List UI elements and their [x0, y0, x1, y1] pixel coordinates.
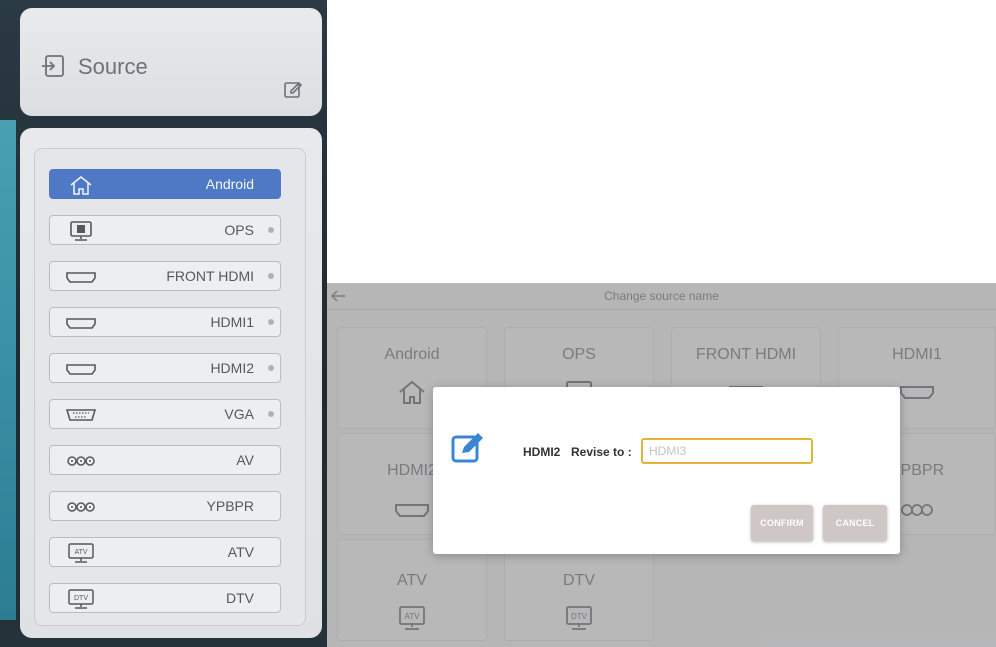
- vga-port-icon: [64, 404, 98, 426]
- status-dot: [268, 365, 274, 371]
- status-dot: [268, 319, 274, 325]
- source-item-ops[interactable]: OPS: [49, 215, 281, 245]
- source-panel-photo: Source Android OPS FRONT HDMI HDMI1 HDMI…: [0, 0, 327, 647]
- av-ports-icon: [64, 496, 98, 518]
- source-header: Source: [20, 8, 322, 116]
- source-item-dtv[interactable]: DTV DTV: [49, 583, 281, 613]
- cancel-button[interactable]: CANCEL: [823, 505, 887, 541]
- atv-icon: ATV: [64, 542, 98, 564]
- source-list: Android OPS FRONT HDMI HDMI1 HDMI2 VGA A…: [34, 148, 306, 626]
- source-name-label: HDMI2: [523, 445, 561, 459]
- source-title: Source: [78, 54, 148, 79]
- monitor-icon: [64, 220, 98, 242]
- status-dot: [268, 411, 274, 417]
- hdmi-port-icon: [64, 266, 98, 288]
- input-source-icon: [40, 53, 66, 79]
- revise-to-label: Revise to :: [571, 445, 632, 459]
- dtv-icon-text: DTV: [74, 595, 88, 602]
- source-item-hdmi2[interactable]: HDMI2: [49, 353, 281, 383]
- hdmi-port-icon: [64, 358, 98, 380]
- source-item-hdmi1[interactable]: HDMI1: [49, 307, 281, 337]
- edit-icon: [451, 431, 485, 465]
- edit-icon[interactable]: [282, 78, 304, 100]
- confirm-button[interactable]: CONFIRM: [751, 505, 813, 541]
- atv-icon-text: ATV: [74, 549, 87, 556]
- source-item-ypbpr[interactable]: YPBPR: [49, 491, 281, 521]
- av-ports-icon: [64, 450, 98, 472]
- dtv-icon: DTV: [64, 588, 98, 610]
- rename-dialog: HDMI2 Revise to : CONFIRM CANCEL: [433, 387, 900, 554]
- home-icon: [64, 174, 98, 196]
- source-item-vga[interactable]: VGA: [49, 399, 281, 429]
- hdmi-port-icon: [64, 312, 98, 334]
- change-source-name-screen: Change source name Android OPS FRONT HDM…: [327, 283, 996, 647]
- source-item-av[interactable]: AV: [49, 445, 281, 475]
- source-item-android[interactable]: Android: [49, 169, 281, 199]
- status-dot: [268, 227, 274, 233]
- source-item-front-hdmi[interactable]: FRONT HDMI: [49, 261, 281, 291]
- new-name-input[interactable]: [641, 438, 813, 464]
- source-list-panel: Android OPS FRONT HDMI HDMI1 HDMI2 VGA A…: [20, 128, 322, 638]
- source-item-atv[interactable]: ATV ATV: [49, 537, 281, 567]
- status-dot: [268, 273, 274, 279]
